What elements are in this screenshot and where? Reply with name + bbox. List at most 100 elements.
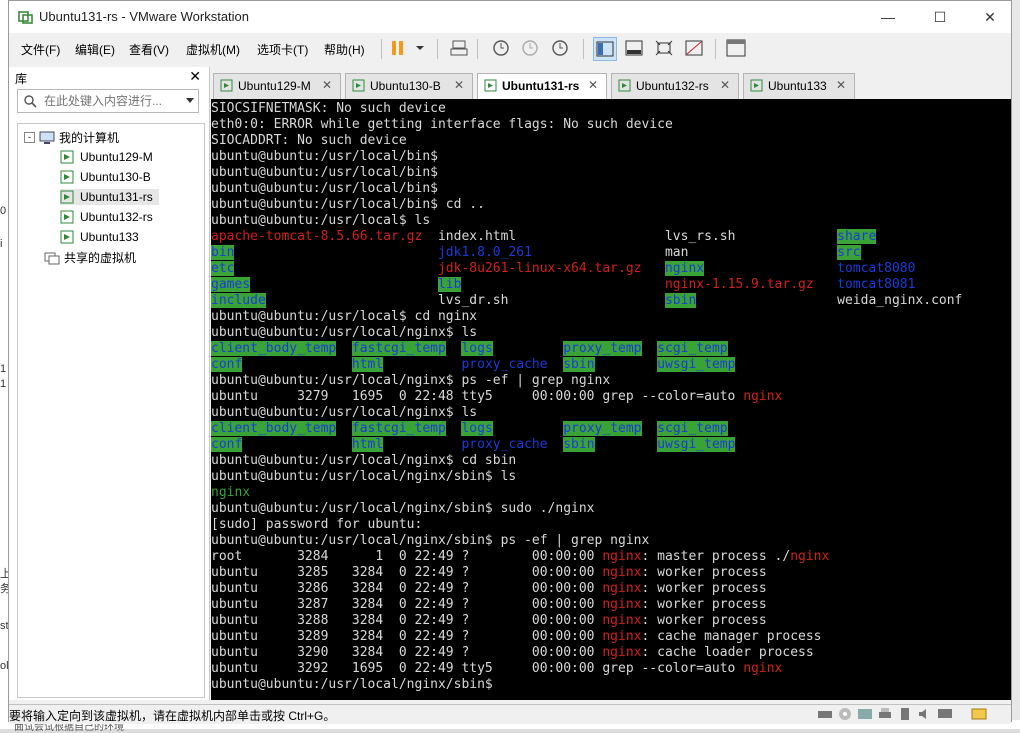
library-view-icon[interactable] xyxy=(593,37,617,61)
menu-edit[interactable]: 编辑(E) xyxy=(75,41,115,58)
terminal-segment xyxy=(336,341,352,356)
chevron-down-icon[interactable] xyxy=(186,98,194,104)
tab-close-icon[interactable]: ✕ xyxy=(720,78,730,92)
tree-item-label: Ubuntu132-rs xyxy=(80,210,153,224)
terminal-segment: uwsgi_temp xyxy=(657,357,736,372)
unity-view-icon[interactable] xyxy=(683,37,705,59)
terminal-segment: sbin xyxy=(664,293,697,308)
minimize-button[interactable]: — xyxy=(865,1,911,33)
tree-item-vm[interactable]: Ubuntu133 xyxy=(60,229,139,245)
tab-ubuntu132[interactable]: Ubuntu132-rs ✕ xyxy=(611,73,739,99)
menu-tabs[interactable]: 选项卡(T) xyxy=(257,41,308,58)
revert-snapshot-icon[interactable] xyxy=(519,37,541,59)
terminal-segment: : worker process xyxy=(641,613,767,628)
usb-icon[interactable] xyxy=(897,707,913,721)
vm-icon xyxy=(60,210,74,224)
sound-icon[interactable] xyxy=(917,707,933,721)
hard-disk-icon[interactable] xyxy=(817,707,833,721)
tree-item-vm[interactable]: Ubuntu129-M xyxy=(60,149,153,165)
tab-ubuntu131-active[interactable]: Ubuntu131-rs ✕ xyxy=(477,73,607,99)
terminal-segment: weida_nginx.conf xyxy=(696,293,963,308)
tab-ubuntu130[interactable]: Ubuntu130-B ✕ xyxy=(345,73,473,99)
tree-item-vm[interactable]: Ubuntu130-B xyxy=(60,169,151,185)
collapse-icon[interactable]: - xyxy=(24,132,35,143)
menu-file[interactable]: 文件(F) xyxy=(21,41,60,58)
status-bar: 要将输入定向到该虚拟机，请在虚拟机内部单击或按 Ctrl+G。 xyxy=(9,704,1011,724)
library-close-icon[interactable]: ✕ xyxy=(189,68,201,85)
snapshot-manager-icon[interactable] xyxy=(549,37,571,59)
tree-root-my-computer[interactable]: - 我的计算机 xyxy=(24,129,119,146)
terminal-segment: ubuntu@ubuntu:/usr/local/nginx/sbin$ sud… xyxy=(211,501,595,516)
close-button[interactable]: ✕ xyxy=(967,1,1013,33)
terminal-segment xyxy=(383,357,461,372)
terminal-segment: games xyxy=(211,277,251,292)
tab-label: Ubuntu133 xyxy=(768,79,827,93)
vm-console-terminal[interactable]: SIOCSIFNETMASK: No such device eth0:0: E… xyxy=(211,99,1011,700)
tab-close-icon[interactable]: ✕ xyxy=(836,78,846,92)
printer-icon[interactable] xyxy=(877,707,893,721)
message-log-icon[interactable] xyxy=(971,707,987,721)
tree-item-label: Ubuntu131-rs xyxy=(80,190,153,204)
terminal-segment: : cache manager process xyxy=(641,629,822,644)
background-window-edge: 0 i 1 1 上 务 st ol xyxy=(0,0,11,729)
tab-close-icon[interactable]: ✕ xyxy=(454,78,464,92)
tree-item-vm-selected[interactable]: Ubuntu131-rs xyxy=(60,189,159,205)
terminal-segment xyxy=(548,437,564,452)
terminal-segment: ubuntu 3285 3284 0 22:49 ? 00:00:00 xyxy=(211,565,603,580)
tree-item-vm[interactable]: Ubuntu132-rs xyxy=(60,209,153,225)
terminal-segment: nginx xyxy=(602,565,642,580)
terminal-segment xyxy=(234,261,438,276)
terminal-segment: root 3284 1 0 22:49 ? 00:00:00 xyxy=(211,549,603,564)
fullscreen-icon[interactable] xyxy=(653,37,675,59)
chevron-down-icon[interactable] xyxy=(409,37,431,59)
tab-close-icon[interactable]: ✕ xyxy=(588,78,598,92)
tab-ubuntu133[interactable]: Ubuntu133 ✕ xyxy=(743,73,855,99)
menu-view[interactable]: 查看(V) xyxy=(129,41,169,58)
pause-icon[interactable] xyxy=(387,37,409,59)
terminal-segment: nginx-1.15.9.tar.gz xyxy=(664,277,814,292)
terminal-output: SIOCSIFNETMASK: No such device eth0:0: E… xyxy=(211,101,962,693)
library-search-box[interactable] xyxy=(17,89,199,113)
search-input[interactable] xyxy=(42,93,176,109)
terminal-segment xyxy=(814,277,837,292)
terminal-segment: scgi_temp xyxy=(657,341,728,356)
search-icon xyxy=(24,95,37,108)
terminal-segment: SIOCADDRT: No such device xyxy=(211,133,407,148)
terminal-segment xyxy=(250,277,438,292)
terminal-segment: ubuntu@ubuntu:/usr/local/nginx$ cd sbin xyxy=(211,453,517,468)
terminal-segment: include xyxy=(211,293,266,308)
vm-icon xyxy=(60,150,74,164)
cd-dvd-icon[interactable] xyxy=(837,707,853,721)
tree-shared-vms[interactable]: 共享的虚拟机 xyxy=(44,249,136,266)
terminal-segment: share xyxy=(837,229,877,244)
toolbar-separator xyxy=(583,39,584,59)
console-view-icon[interactable] xyxy=(623,37,645,59)
network-adapter-icon[interactable] xyxy=(857,707,873,721)
vm-icon xyxy=(750,79,763,92)
thumbnail-view-icon[interactable] xyxy=(725,37,747,59)
terminal-segment: nginx xyxy=(602,597,642,612)
vmware-app-icon xyxy=(18,11,33,24)
display-icon[interactable] xyxy=(937,707,953,721)
tab-close-icon[interactable]: ✕ xyxy=(322,78,332,92)
tab-ubuntu129[interactable]: Ubuntu129-M ✕ xyxy=(213,73,341,99)
terminal-segment: apache-tomcat-8.5.66.tar.gz xyxy=(211,229,423,244)
terminal-segment: uwsgi_temp xyxy=(657,437,736,452)
terminal-segment: ubuntu@ubuntu:/usr/local/bin$ xyxy=(211,149,438,164)
terminal-segment: bin xyxy=(211,245,235,260)
terminal-segment xyxy=(704,261,837,276)
terminal-segment: nginx xyxy=(602,581,642,596)
terminal-segment: nginx xyxy=(602,645,642,660)
send-ctrl-alt-del-icon[interactable] xyxy=(448,37,470,59)
menu-help[interactable]: 帮助(H) xyxy=(324,41,365,58)
window-title: Ubuntu131-rs - VMware Workstation xyxy=(39,9,250,24)
maximize-button[interactable]: ☐ xyxy=(917,1,963,33)
terminal-segment: ubuntu@ubuntu:/usr/local/nginx$ ls xyxy=(211,325,478,340)
menu-vm[interactable]: 虚拟机(M) xyxy=(186,41,240,58)
tab-label: Ubuntu129-M xyxy=(238,79,311,93)
terminal-segment: tomcat8080 xyxy=(837,261,916,276)
snapshot-icon[interactable] xyxy=(490,37,512,59)
terminal-segment: SIOCSIFNETMASK: No such device xyxy=(211,101,446,116)
terminal-segment: sbin xyxy=(563,357,595,372)
terminal-segment: ubuntu@ubuntu:/usr/local/nginx$ ls xyxy=(211,405,478,420)
